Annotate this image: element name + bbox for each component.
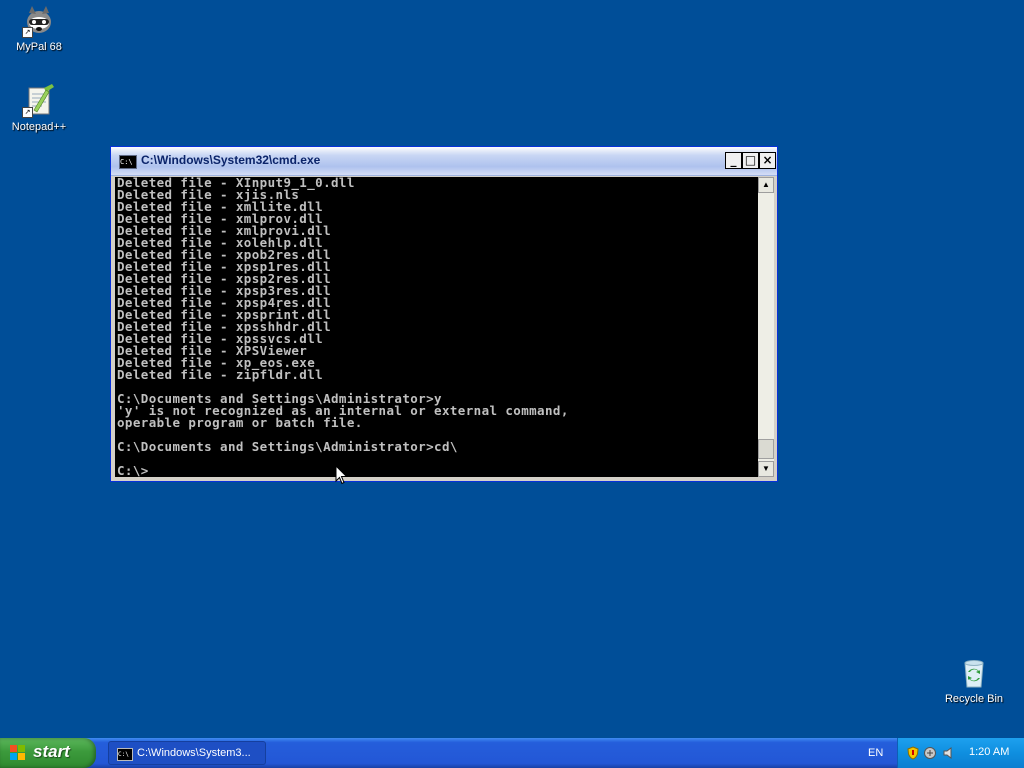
cmd-icon: C:\ <box>117 748 133 761</box>
network-icon[interactable] <box>923 746 937 760</box>
maximize-button[interactable]: □ <box>742 152 759 169</box>
speaker-icon[interactable] <box>942 746 956 760</box>
cmd-window[interactable]: C:\ C:\Windows\System32\cmd.exe _ □ × De… <box>110 146 778 482</box>
window-title: C:\Windows\System32\cmd.exe <box>141 153 321 167</box>
taskbar-item-label: C:\Windows\System3... <box>137 747 251 759</box>
console-line: Deleted file - zipfldr.dll <box>117 367 324 382</box>
desktop-icon-label: MyPal 68 <box>16 41 62 53</box>
scroll-down-button[interactable]: ▼ <box>758 461 774 477</box>
mouse-cursor-icon <box>335 465 348 485</box>
windows-flag-icon <box>10 745 26 761</box>
clock[interactable]: 1:20 AM <box>969 746 1009 758</box>
minimize-button[interactable]: _ <box>725 152 742 169</box>
taskbar-item-cmd[interactable]: C:\ C:\Windows\System3... <box>108 741 266 765</box>
console-text: Deleted file - XInput9_1_0.dll Deleted fi… <box>115 177 758 477</box>
window-titlebar[interactable]: C:\ C:\Windows\System32\cmd.exe _ □ × <box>111 147 777 176</box>
scroll-up-button[interactable]: ▲ <box>758 177 774 193</box>
start-label: start <box>33 742 70 761</box>
notepadpp-icon: ↗ <box>22 84 56 118</box>
recycle-bin-icon <box>957 656 991 690</box>
desktop-icon-notepadpp[interactable]: ↗ Notepad++ <box>0 84 79 133</box>
system-tray: 1:20 AM <box>897 738 1024 768</box>
scroll-thumb[interactable] <box>758 439 774 459</box>
console-line: C:\Documents and Settings\Administrator>… <box>117 439 458 454</box>
raccoon-icon: ↗ <box>22 4 56 38</box>
shortcut-arrow-icon: ↗ <box>22 107 33 118</box>
close-button[interactable]: × <box>759 152 776 169</box>
console-line: operable program or batch file. <box>117 415 363 430</box>
desktop-icon-label: Notepad++ <box>11 121 67 133</box>
start-button[interactable]: start <box>0 738 96 768</box>
shortcut-arrow-icon: ↗ <box>22 27 33 38</box>
desktop-icon-mypal[interactable]: ↗ MyPal 68 <box>0 4 79 53</box>
console-line: C:\> <box>117 463 149 477</box>
vertical-scrollbar[interactable]: ▲ ▼ <box>758 177 774 477</box>
security-shield-icon[interactable] <box>906 746 920 760</box>
taskbar: start C:\ C:\Windows\System3... EN 1:20 … <box>0 738 1024 768</box>
console-output[interactable]: Deleted file - XInput9_1_0.dll Deleted fi… <box>115 177 758 477</box>
cmd-icon: C:\ <box>119 155 137 169</box>
language-indicator[interactable]: EN <box>868 747 883 759</box>
desktop-icon-label: Recycle Bin <box>944 693 1004 705</box>
desktop-icon-recycle-bin[interactable]: Recycle Bin <box>934 656 1014 705</box>
